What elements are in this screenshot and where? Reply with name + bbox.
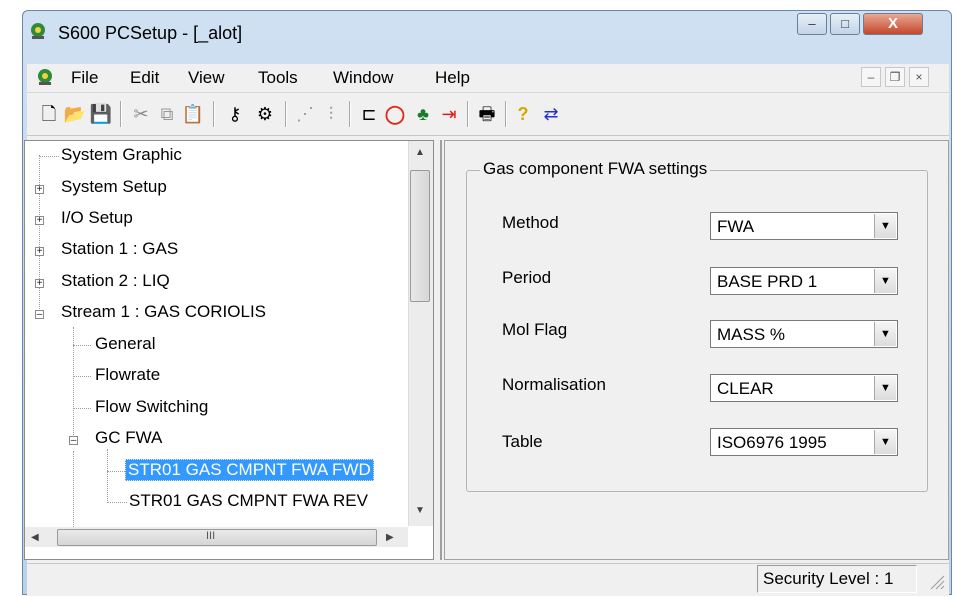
menu-bar: File Edit View Tools Window Help – ❐ × — [27, 64, 949, 93]
toolbar-separator — [505, 101, 507, 127]
tree-horizontal-scroll-thumb[interactable]: III — [57, 529, 377, 546]
tree-item-system-graphic[interactable]: System Graphic — [61, 145, 182, 165]
scroll-down-icon[interactable]: ▼ — [415, 505, 425, 516]
menu-edit[interactable]: Edit — [130, 68, 159, 88]
tree-guide-line — [107, 449, 108, 501]
tree-guide-line — [73, 327, 74, 435]
sliders-icon[interactable]: ⫶ — [319, 102, 343, 126]
connect-icon[interactable]: ⚙ — [253, 102, 277, 126]
tree-item-io-setup[interactable]: I/O Setup — [61, 208, 133, 228]
tree-icon[interactable]: ♣ — [411, 102, 435, 126]
scroll-thumb-grip: III — [206, 530, 216, 542]
tree-expander[interactable]: + — [35, 185, 44, 195]
save-icon[interactable]: 💾 — [89, 102, 113, 126]
tree-expander[interactable]: – — [35, 310, 44, 320]
normalisation-dropdown[interactable]: CLEAR ▼ — [710, 374, 898, 402]
help-icon[interactable]: ? — [511, 102, 535, 126]
transfer-icon[interactable]: ⇄ — [539, 102, 563, 126]
method-value: FWA — [717, 217, 755, 236]
menu-tools[interactable]: Tools — [258, 68, 298, 88]
period-value: BASE PRD 1 — [717, 272, 818, 291]
normalisation-label: Normalisation — [502, 375, 606, 394]
mdi-minimize-button[interactable]: – — [861, 67, 881, 87]
scroll-right-icon[interactable]: ▶ — [386, 532, 394, 543]
table-label: Table — [502, 432, 543, 451]
menu-window[interactable]: Window — [333, 68, 393, 88]
open-folder-icon[interactable]: 📂 — [63, 102, 87, 126]
normalisation-value: CLEAR — [717, 379, 774, 398]
toolbar: 🗋 📂 💾 ✂ ⧉ 📋 ⚷ ⚙ ⋰ ⫶ ⊏ ◯ ♣ ⇥ 🖶 ? ⇄ — [27, 93, 949, 136]
mol-flag-dropdown[interactable]: MASS % ▼ — [710, 320, 898, 348]
period-dropdown[interactable]: BASE PRD 1 ▼ — [710, 267, 898, 295]
scroll-up-icon[interactable]: ▲ — [415, 147, 425, 158]
tree-guide-line — [73, 345, 91, 346]
mdi-restore-button[interactable]: ❐ — [885, 67, 905, 87]
maximize-button[interactable]: □ — [830, 13, 860, 35]
chevron-down-icon[interactable]: ▼ — [874, 322, 896, 346]
mol-flag-value: MASS % — [717, 325, 786, 344]
resize-grip-icon[interactable] — [927, 572, 945, 590]
tree-item-general[interactable]: General — [95, 334, 155, 354]
window-title: S600 PCSetup - [_alot] — [58, 23, 243, 43]
tree-expander[interactable]: – — [69, 436, 78, 446]
tree-item-fwa-rev[interactable]: STR01 GAS CMPNT FWA REV — [129, 491, 368, 511]
tree-expander[interactable]: + — [35, 216, 44, 226]
tree-item-system-setup[interactable]: System Setup — [61, 177, 167, 197]
tree-guide-line — [73, 408, 91, 409]
tree-expander[interactable]: + — [35, 279, 44, 289]
ring-icon[interactable]: ◯ — [383, 102, 407, 126]
table-value: ISO6976 1995 — [717, 433, 827, 452]
toolbar-separator — [120, 101, 122, 127]
tree-item-fwa-fwd[interactable]: STR01 GAS CMPNT FWA FWD — [125, 459, 374, 481]
tree-guide-line — [39, 156, 59, 157]
tree-guide-line — [73, 376, 91, 377]
split-icon[interactable]: ⇥ — [437, 102, 461, 126]
tree-expander[interactable]: + — [35, 247, 44, 257]
copy-icon[interactable]: ⧉ — [155, 102, 179, 126]
tree-view[interactable]: System Graphic + System Setup + I/O Setu… — [24, 140, 434, 560]
chevron-down-icon[interactable]: ▼ — [874, 430, 896, 454]
pane-splitter[interactable] — [440, 140, 442, 560]
module-icon[interactable]: ⊏ — [357, 102, 381, 126]
new-file-icon[interactable]: 🗋 — [37, 102, 61, 126]
tree-guide-line — [107, 471, 127, 472]
chevron-down-icon[interactable]: ▼ — [874, 214, 896, 238]
tree-item-gc-fwa[interactable]: GC FWA — [95, 428, 162, 448]
tree-item-flowrate[interactable]: Flowrate — [95, 365, 160, 385]
toolbar-separator — [349, 101, 351, 127]
toolbar-separator — [467, 101, 469, 127]
mol-flag-label: Mol Flag — [502, 320, 568, 339]
chevron-down-icon[interactable]: ▼ — [874, 376, 896, 400]
tree-item-station-2[interactable]: Station 2 : LIQ — [61, 271, 170, 291]
key-icon[interactable]: ⚷ — [223, 102, 247, 126]
print-icon[interactable]: 🖶 — [475, 102, 499, 126]
toolbar-separator — [285, 101, 287, 127]
tree-guide-line — [107, 502, 127, 503]
tree-item-flow-switching[interactable]: Flow Switching — [95, 397, 208, 417]
menu-view[interactable]: View — [188, 68, 225, 88]
tree-item-stream-1[interactable]: Stream 1 : GAS CORIOLIS — [61, 302, 266, 322]
group-title: Gas component FWA settings — [480, 159, 711, 179]
menu-help[interactable]: Help — [435, 68, 470, 88]
method-dropdown[interactable]: FWA ▼ — [710, 212, 898, 240]
menu-file[interactable]: File — [71, 68, 98, 88]
scroll-left-icon[interactable]: ◀ — [31, 532, 39, 543]
table-dropdown[interactable]: ISO6976 1995 ▼ — [710, 428, 898, 456]
tree-item-station-1[interactable]: Station 1 : GAS — [61, 239, 178, 259]
tree-vertical-scroll-thumb[interactable] — [410, 170, 430, 302]
pcsetup-app-icon — [31, 23, 45, 39]
close-button[interactable]: X — [863, 13, 923, 35]
mdi-document-icon[interactable] — [35, 67, 55, 87]
method-label: Method — [502, 213, 559, 232]
minimize-button[interactable]: – — [797, 13, 827, 35]
network-icon[interactable]: ⋰ — [293, 102, 317, 126]
paste-icon[interactable]: 📋 — [181, 102, 205, 126]
toolbar-separator — [213, 101, 215, 127]
chevron-down-icon[interactable]: ▼ — [874, 269, 896, 293]
title-bar[interactable]: S600 PCSetup - [_alot] – □ X — [22, 10, 952, 50]
period-label: Period — [502, 268, 552, 287]
security-level-status: Security Level : 1 — [757, 565, 917, 593]
mdi-close-button[interactable]: × — [909, 67, 929, 87]
cut-icon[interactable]: ✂ — [129, 102, 153, 126]
